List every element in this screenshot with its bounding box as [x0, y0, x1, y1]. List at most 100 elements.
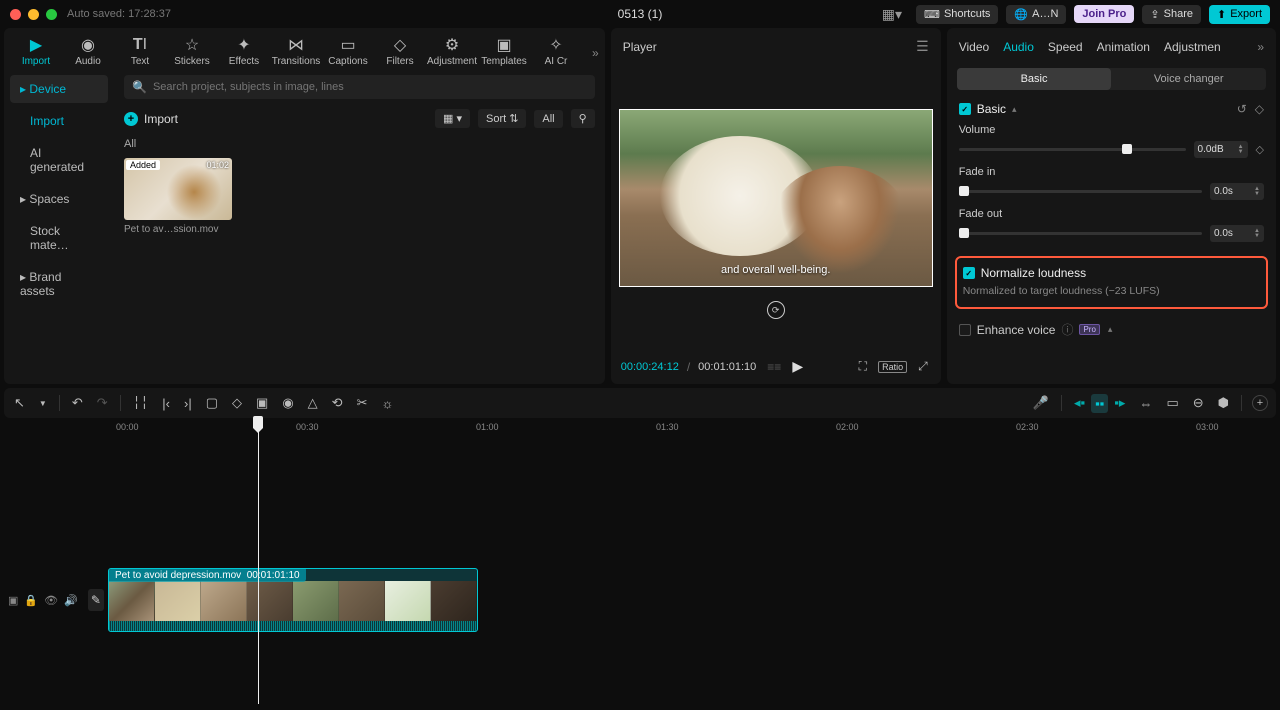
close-window-icon[interactable]: [10, 9, 21, 20]
redo-icon[interactable]: ↷: [95, 393, 110, 413]
minimize-window-icon[interactable]: [28, 9, 39, 20]
enhance-voice-checkbox[interactable]: [959, 324, 971, 336]
crop-icon[interactable]: ✂: [355, 393, 370, 413]
snap-right-icon[interactable]: ▪▸: [1112, 393, 1127, 413]
fadein-slider[interactable]: [959, 190, 1202, 193]
track-visibility-icon[interactable]: 👁: [44, 594, 58, 607]
freeze-icon[interactable]: ◉: [280, 393, 295, 413]
volume-slider[interactable]: [959, 148, 1186, 151]
basic-section-header[interactable]: ✓ Basic ▴ ↺◇: [947, 90, 1276, 120]
sidebar-item-ai-generated[interactable]: AI generated: [10, 139, 108, 181]
tab-audio[interactable]: ◉Audio: [62, 34, 114, 69]
tab-text[interactable]: TIText: [114, 34, 166, 69]
trim-right-icon[interactable]: ›|: [182, 394, 194, 413]
view-grid-button[interactable]: ▦ ▾: [435, 109, 470, 128]
delete-icon[interactable]: ▢: [204, 393, 220, 413]
sidebar-item-brand-assets[interactable]: ▸ Brand assets: [10, 263, 108, 305]
mic-icon[interactable]: 🎤: [1031, 393, 1051, 413]
compare-icon[interactable]: ≡≡: [764, 358, 784, 376]
zoom-in-icon[interactable]: +: [1252, 395, 1268, 411]
magnet-icon[interactable]: ▪▪: [1091, 394, 1108, 413]
share-button[interactable]: ⇪ Share: [1142, 5, 1201, 24]
ripple-icon[interactable]: ▣: [254, 393, 270, 413]
snap-left-icon[interactable]: ◂▪: [1072, 393, 1087, 413]
inspector-more-icon[interactable]: »: [1257, 40, 1264, 54]
tab-captions[interactable]: ▭Captions: [322, 34, 374, 69]
more-tabs-icon[interactable]: »: [592, 46, 599, 60]
trim-left-icon[interactable]: |‹: [160, 394, 172, 413]
tab-transitions[interactable]: ⋈Transitions: [270, 34, 322, 69]
tab-adjustment[interactable]: ⚙Adjustment: [426, 34, 478, 69]
fadein-value[interactable]: 0.0s▲▼: [1210, 183, 1264, 200]
sidebar-item-stock[interactable]: Stock mate…: [10, 217, 108, 259]
join-pro-button[interactable]: Join Pro: [1074, 5, 1134, 23]
reset-icon[interactable]: ↺: [1237, 102, 1247, 116]
sync-icon[interactable]: ⟳: [767, 301, 785, 319]
subtab-basic[interactable]: Basic: [957, 68, 1112, 90]
playhead[interactable]: [258, 418, 259, 704]
mirror-icon[interactable]: △: [306, 393, 320, 413]
track-mute-icon[interactable]: 🔊: [64, 594, 78, 607]
tab-video[interactable]: Video: [959, 40, 989, 54]
tab-import[interactable]: ▶Import: [10, 34, 62, 69]
search-box[interactable]: 🔍: [124, 75, 595, 99]
fadeout-value[interactable]: 0.0s▲▼: [1210, 225, 1264, 242]
tab-filters[interactable]: ◇Filters: [374, 34, 426, 69]
time-ruler[interactable]: 00:00 00:30 01:00 01:30 02:00 02:30 03:0…: [112, 418, 1276, 440]
enhance-icon[interactable]: ☼: [379, 394, 395, 413]
export-button[interactable]: ⬆ Export: [1209, 5, 1270, 24]
tab-audio-insp[interactable]: Audio: [1003, 40, 1034, 54]
lock-icon[interactable]: ⬢: [1216, 393, 1231, 413]
search-input[interactable]: [153, 81, 587, 93]
timeline-clip[interactable]: Pet to avoid depression.mov 00:01:01:10: [108, 568, 478, 632]
preview-icon[interactable]: ▭: [1164, 393, 1180, 413]
rotate-icon[interactable]: ⟲: [330, 393, 345, 413]
volume-keyframe-icon[interactable]: ◇: [1256, 143, 1264, 156]
play-icon[interactable]: ▶: [792, 358, 803, 375]
crop-frame-icon[interactable]: ⛶: [856, 357, 870, 376]
layout-icon[interactable]: ▦▾: [876, 3, 908, 26]
prop-fade-in: Fade in 0.0s▲▼: [947, 162, 1276, 204]
basic-checkbox[interactable]: ✓: [959, 103, 971, 115]
subtab-voice-changer[interactable]: Voice changer: [1111, 68, 1266, 90]
inspector-tabs: Video Audio Speed Animation Adjustmen »: [947, 34, 1276, 60]
info-icon[interactable]: ⓘ: [1061, 321, 1073, 338]
import-button[interactable]: +Import: [124, 112, 178, 126]
tab-ai[interactable]: ✧AI Cr: [530, 34, 582, 69]
marker-icon[interactable]: ◇: [230, 393, 244, 413]
tab-effects[interactable]: ✦Effects: [218, 34, 270, 69]
tab-animation[interactable]: Animation: [1097, 40, 1150, 54]
sidebar-item-spaces[interactable]: ▸ Spaces: [10, 185, 108, 213]
fadeout-slider[interactable]: [959, 232, 1202, 235]
shortcuts-button[interactable]: ⌨ Shortcuts: [916, 5, 998, 24]
sidebar-item-import[interactable]: Import: [10, 107, 108, 135]
keyframe-icon[interactable]: ◇: [1255, 102, 1264, 116]
split-icon[interactable]: ╎╎: [131, 393, 151, 413]
filter-icon[interactable]: ⚲: [571, 109, 595, 128]
tab-stickers[interactable]: ☆Stickers: [166, 34, 218, 69]
track-layer-icon[interactable]: ▣: [8, 594, 18, 607]
volume-value[interactable]: 0.0dB▲▼: [1194, 141, 1248, 158]
tab-templates[interactable]: ▣Templates: [478, 34, 530, 69]
account-button[interactable]: 🌐 A…N: [1006, 5, 1066, 24]
normalize-checkbox[interactable]: ✓: [963, 267, 975, 279]
maximize-window-icon[interactable]: [46, 9, 57, 20]
inspector-panel: Video Audio Speed Animation Adjustmen » …: [947, 28, 1276, 384]
tab-adjustment-insp[interactable]: Adjustmen: [1164, 40, 1221, 54]
player-menu-icon[interactable]: ☰: [916, 38, 929, 55]
link-icon[interactable]: ⇔: [1137, 394, 1154, 413]
tab-speed[interactable]: Speed: [1048, 40, 1083, 54]
pointer-tool-icon[interactable]: ↖: [12, 393, 27, 413]
filter-all-button[interactable]: All: [534, 110, 562, 128]
video-viewer[interactable]: and overall well-being.: [619, 109, 933, 287]
media-thumb[interactable]: Added 01:02 Pet to av…ssion.mov: [124, 158, 232, 235]
track-lock-icon[interactable]: 🔒: [24, 594, 38, 607]
sidebar-item-device[interactable]: ▸ Device: [10, 75, 108, 103]
fullscreen-icon[interactable]: ⤢: [915, 357, 931, 376]
undo-icon[interactable]: ↶: [70, 393, 85, 413]
sort-button[interactable]: Sort ⇅: [478, 109, 526, 128]
ratio-button[interactable]: Ratio: [878, 361, 907, 373]
zoom-out-icon[interactable]: ⊖: [1191, 393, 1206, 413]
track-edit-icon[interactable]: ✎: [88, 589, 104, 611]
pointer-dropdown-icon[interactable]: ▼: [37, 397, 49, 410]
